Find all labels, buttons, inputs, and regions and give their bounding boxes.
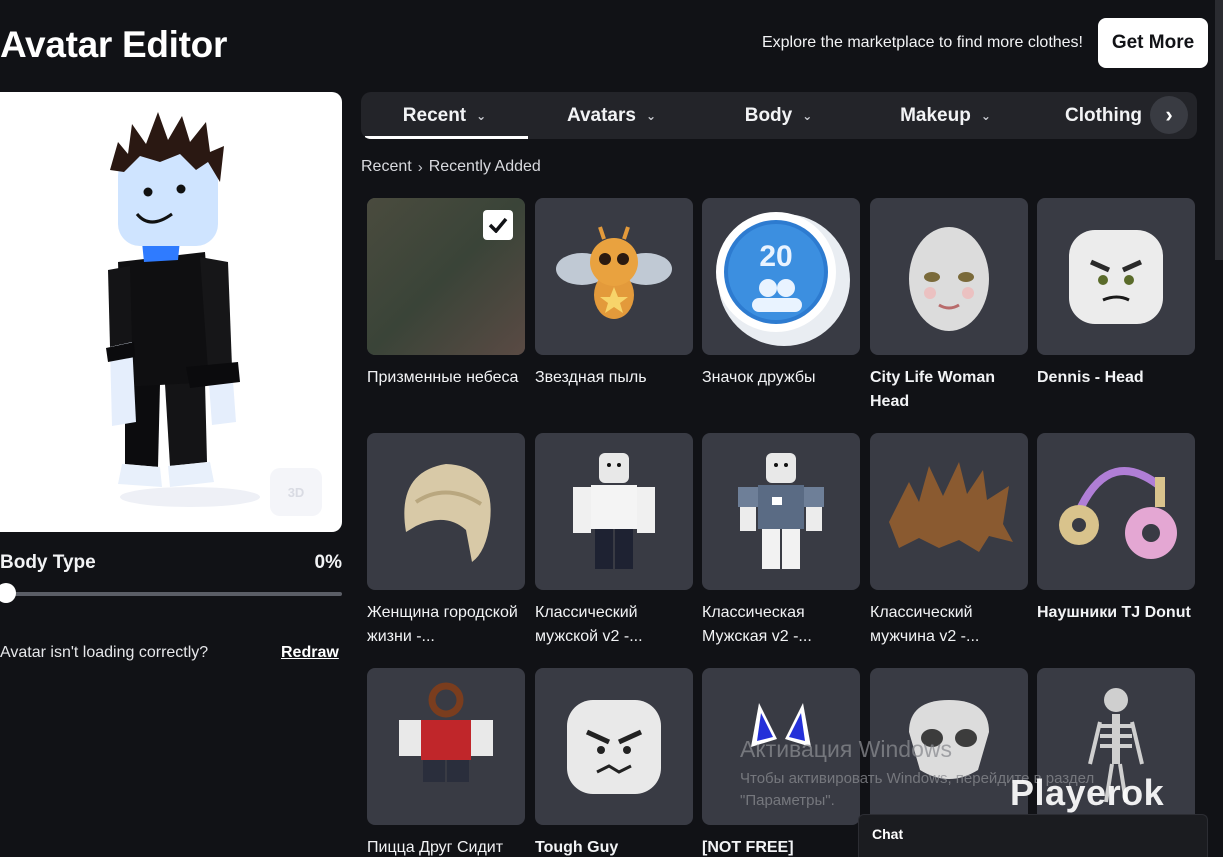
item-name: Женщина городской жизни -... (367, 604, 518, 645)
body-type-value: 0% (314, 552, 342, 573)
breadcrumb: Recent › Recently Added (361, 158, 541, 176)
tab-body[interactable]: Body ⌄ (695, 92, 862, 139)
tab-makeup[interactable]: Makeup ⌄ (862, 92, 1029, 139)
item-name: [NOT FREE] (702, 839, 794, 856)
item-thumbnail[interactable] (535, 433, 693, 590)
windows-activation-title: Активация Windows (740, 736, 952, 762)
item-thumbnail[interactable] (535, 668, 693, 825)
bee-pet-icon (554, 217, 674, 337)
tab-label: Body (744, 104, 793, 126)
item-name: Классический мужской v2 -... (535, 604, 643, 645)
checkmark-icon[interactable] (483, 210, 513, 240)
chat-bar[interactable]: Chat (858, 814, 1208, 857)
friend-badge-icon: 20 (706, 202, 856, 352)
tab-label: Recent (402, 104, 467, 126)
item-thumbnail[interactable] (367, 668, 525, 825)
item-thumbnail[interactable] (535, 198, 693, 355)
block-head-icon (1061, 222, 1171, 332)
avatar-preview[interactable]: 3D (0, 92, 342, 532)
breadcrumb-root[interactable]: Recent (361, 158, 412, 176)
avatar-loading-question: Avatar isn't loading correctly? (0, 644, 209, 661)
item-name: Звездная пыль (535, 369, 647, 386)
item-card[interactable]: 20 Значок дружбы (702, 198, 860, 390)
chevron-down-icon: ⌄ (802, 108, 813, 123)
breadcrumb-current: Recently Added (428, 158, 541, 175)
item-name: Классическая Мужская v2 -... (702, 604, 812, 645)
chevron-right-icon: › (417, 158, 423, 176)
item-card[interactable]: Классическая Мужская v2 -... (702, 433, 860, 649)
redraw-link[interactable]: Redraw (281, 644, 339, 662)
item-card[interactable]: Звездная пыль (535, 198, 693, 390)
tab-label: Clothing (1065, 104, 1143, 126)
item-name: Значок дружбы (702, 369, 816, 386)
brand-watermark: Playerok (1010, 772, 1165, 813)
item-thumbnail[interactable] (702, 433, 860, 590)
item-thumbnail[interactable] (367, 433, 525, 590)
item-name: Призменные небеса (367, 369, 519, 386)
item-thumbnail[interactable] (1037, 433, 1195, 590)
body-type-slider-track[interactable] (0, 592, 342, 596)
spiky-hair-icon (879, 452, 1019, 572)
item-thumbnail[interactable]: 20 (702, 198, 860, 355)
body-type-label: Body Type (0, 552, 96, 573)
item-card[interactable]: Tough Guy (535, 668, 693, 857)
svg-text:20: 20 (759, 240, 792, 273)
page-scrollbar[interactable] (1215, 0, 1223, 260)
tab-recent[interactable]: Recent ⌄ (361, 92, 528, 139)
get-more-button[interactable]: Get More (1098, 18, 1208, 68)
classic-shirt-icon (726, 447, 836, 577)
classic-male-icon (559, 447, 669, 577)
item-name: Tough Guy (535, 839, 619, 856)
item-name: Наушники TJ Donut (1037, 604, 1191, 621)
item-card[interactable]: Наушники TJ Donut (1037, 433, 1195, 625)
category-tabbar: Recent ⌄ Avatars ⌄ Body ⌄ Makeup ⌄ Clothing (361, 92, 1197, 139)
tab-avatars[interactable]: Avatars ⌄ (528, 92, 695, 139)
item-name: Dennis - Head (1037, 369, 1144, 386)
chevron-down-icon: ⌄ (476, 108, 487, 123)
page-title: Avatar Editor (0, 24, 228, 65)
item-thumbnail[interactable] (870, 198, 1028, 355)
marketplace-promo-text: Explore the marketplace to find more clo… (761, 34, 1083, 51)
item-card[interactable]: Dennis - Head (1037, 198, 1195, 390)
avatar-figure-icon (106, 112, 260, 507)
chat-label: Chat (872, 826, 904, 842)
item-card[interactable]: Призменные небеса (367, 198, 525, 390)
item-name: Пицца Друг Сидит (367, 839, 504, 856)
chevron-down-icon: ⌄ (645, 108, 657, 123)
view-3d-toggle-button[interactable]: 3D (270, 468, 322, 516)
item-thumbnail[interactable] (870, 433, 1028, 590)
item-name: Классический мужчина v2 -... (870, 604, 980, 645)
tough-face-icon (559, 692, 669, 802)
item-card[interactable]: City Life Woman Head (870, 198, 1028, 414)
item-thumbnail[interactable] (1037, 198, 1195, 355)
item-card[interactable]: Женщина городской жизни -... (367, 433, 525, 649)
woman-head-icon (894, 207, 1004, 347)
tab-label: Makeup (900, 104, 971, 126)
pretzel-avatar-icon (391, 682, 501, 812)
tab-label: Avatars (566, 104, 636, 126)
blonde-hair-icon (386, 452, 506, 572)
item-name: City Life Woman Head (870, 369, 996, 410)
item-card[interactable]: Пицца Друг Сидит (367, 668, 525, 857)
chevron-down-icon: ⌄ (980, 108, 991, 123)
donut-headphones-icon (1051, 447, 1181, 577)
item-card[interactable]: Классический мужчина v2 -... (870, 433, 1028, 649)
item-card[interactable]: Классический мужской v2 -... (535, 433, 693, 649)
body-type-slider-thumb[interactable] (0, 583, 16, 603)
chevron-right-icon[interactable]: › (1150, 96, 1188, 134)
item-thumbnail[interactable] (367, 198, 525, 355)
